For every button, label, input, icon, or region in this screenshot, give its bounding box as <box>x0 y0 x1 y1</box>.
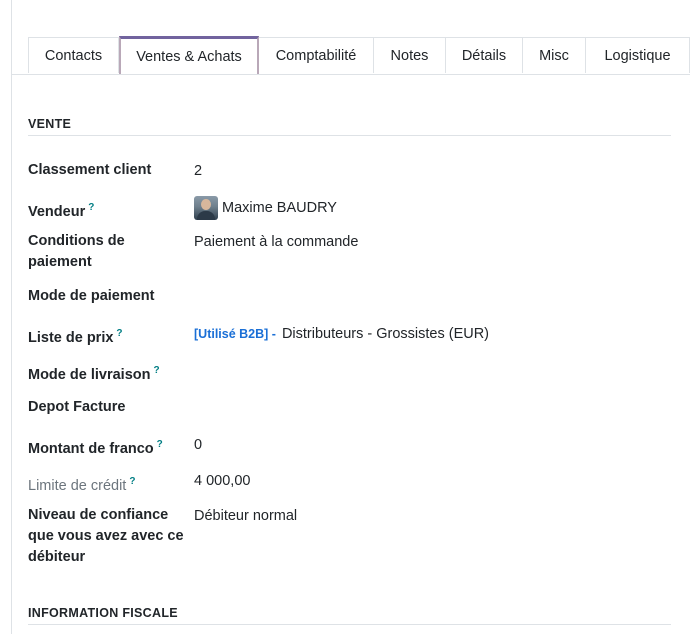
label-limite-credit: Limite de crédit? <box>28 476 136 494</box>
help-icon[interactable]: ? <box>88 202 94 213</box>
label-montant-franco: Montant de franco? <box>28 439 163 457</box>
pricelist-tag[interactable]: [Utilisé B2B] - <box>194 327 276 341</box>
tab-details[interactable]: Détails <box>446 37 523 73</box>
tab-ventes-achats[interactable]: Ventes & Achats <box>119 36 259 74</box>
tab-label: Logistique <box>604 47 671 64</box>
help-icon[interactable]: ? <box>153 365 159 376</box>
field-conditions-paiement[interactable]: Paiement à la commande <box>194 232 358 253</box>
tab-label: Contacts <box>44 47 103 64</box>
form-left-border <box>11 0 12 634</box>
tab-label: Ventes & Achats <box>136 48 242 65</box>
section-title-vente: VENTE <box>28 117 72 131</box>
field-niveau-confiance[interactable]: Débiteur normal <box>194 506 297 527</box>
tab-label: Détails <box>461 47 507 64</box>
field-liste-prix[interactable]: [Utilisé B2B] - Distributeurs - Grossiste… <box>194 324 489 345</box>
help-icon[interactable]: ? <box>157 439 163 450</box>
label-liste-prix: Liste de prix? <box>28 328 123 346</box>
pricelist-name: Distributeurs - Grossistes (EUR) <box>281 326 490 342</box>
field-mode-livraison[interactable] <box>194 360 664 381</box>
help-icon[interactable]: ? <box>116 328 122 339</box>
label-depot-facture: Depot Facture <box>28 399 126 415</box>
label-mode-livraison: Mode de livraison? <box>28 365 160 383</box>
tab-notes[interactable]: Notes <box>374 37 446 73</box>
label-mode-paiement: Mode de paiement <box>28 288 155 304</box>
tab-label: Comptabilité <box>275 47 357 64</box>
label-vendeur: Vendeur? <box>28 202 95 220</box>
tab-logistique[interactable]: Logistique <box>586 37 690 73</box>
avatar <box>194 196 218 220</box>
tab-contacts[interactable]: Contacts <box>28 37 119 73</box>
tab-label: Notes <box>390 47 429 64</box>
field-vendeur[interactable]: Maxime BAUDRY <box>194 196 337 220</box>
label-classement-client: Classement client <box>28 162 152 178</box>
label-niveau-confiance: Niveau de confiance que vous avez avec c… <box>28 507 184 565</box>
vendeur-name: Maxime BAUDRY <box>222 199 337 216</box>
field-depot-facture[interactable] <box>194 397 664 418</box>
notebook-tabs: Contacts Ventes & Achats Comptabilité No… <box>12 36 690 75</box>
tab-misc[interactable]: Misc <box>523 37 586 73</box>
tab-label: Misc <box>539 47 569 64</box>
tab-comptabilite[interactable]: Comptabilité <box>259 37 374 73</box>
field-classement-client[interactable]: 2 <box>194 161 202 182</box>
field-mode-paiement[interactable] <box>194 286 664 307</box>
section-divider <box>28 624 671 625</box>
field-montant-franco[interactable]: 0 <box>194 435 202 456</box>
field-limite-credit[interactable]: 4 000,00 <box>194 471 250 492</box>
label-conditions-paiement: Conditions de paiement <box>28 233 125 270</box>
help-icon[interactable]: ? <box>129 476 135 487</box>
section-title-information-fiscale: INFORMATION FISCALE <box>28 606 178 620</box>
section-divider <box>28 135 671 136</box>
